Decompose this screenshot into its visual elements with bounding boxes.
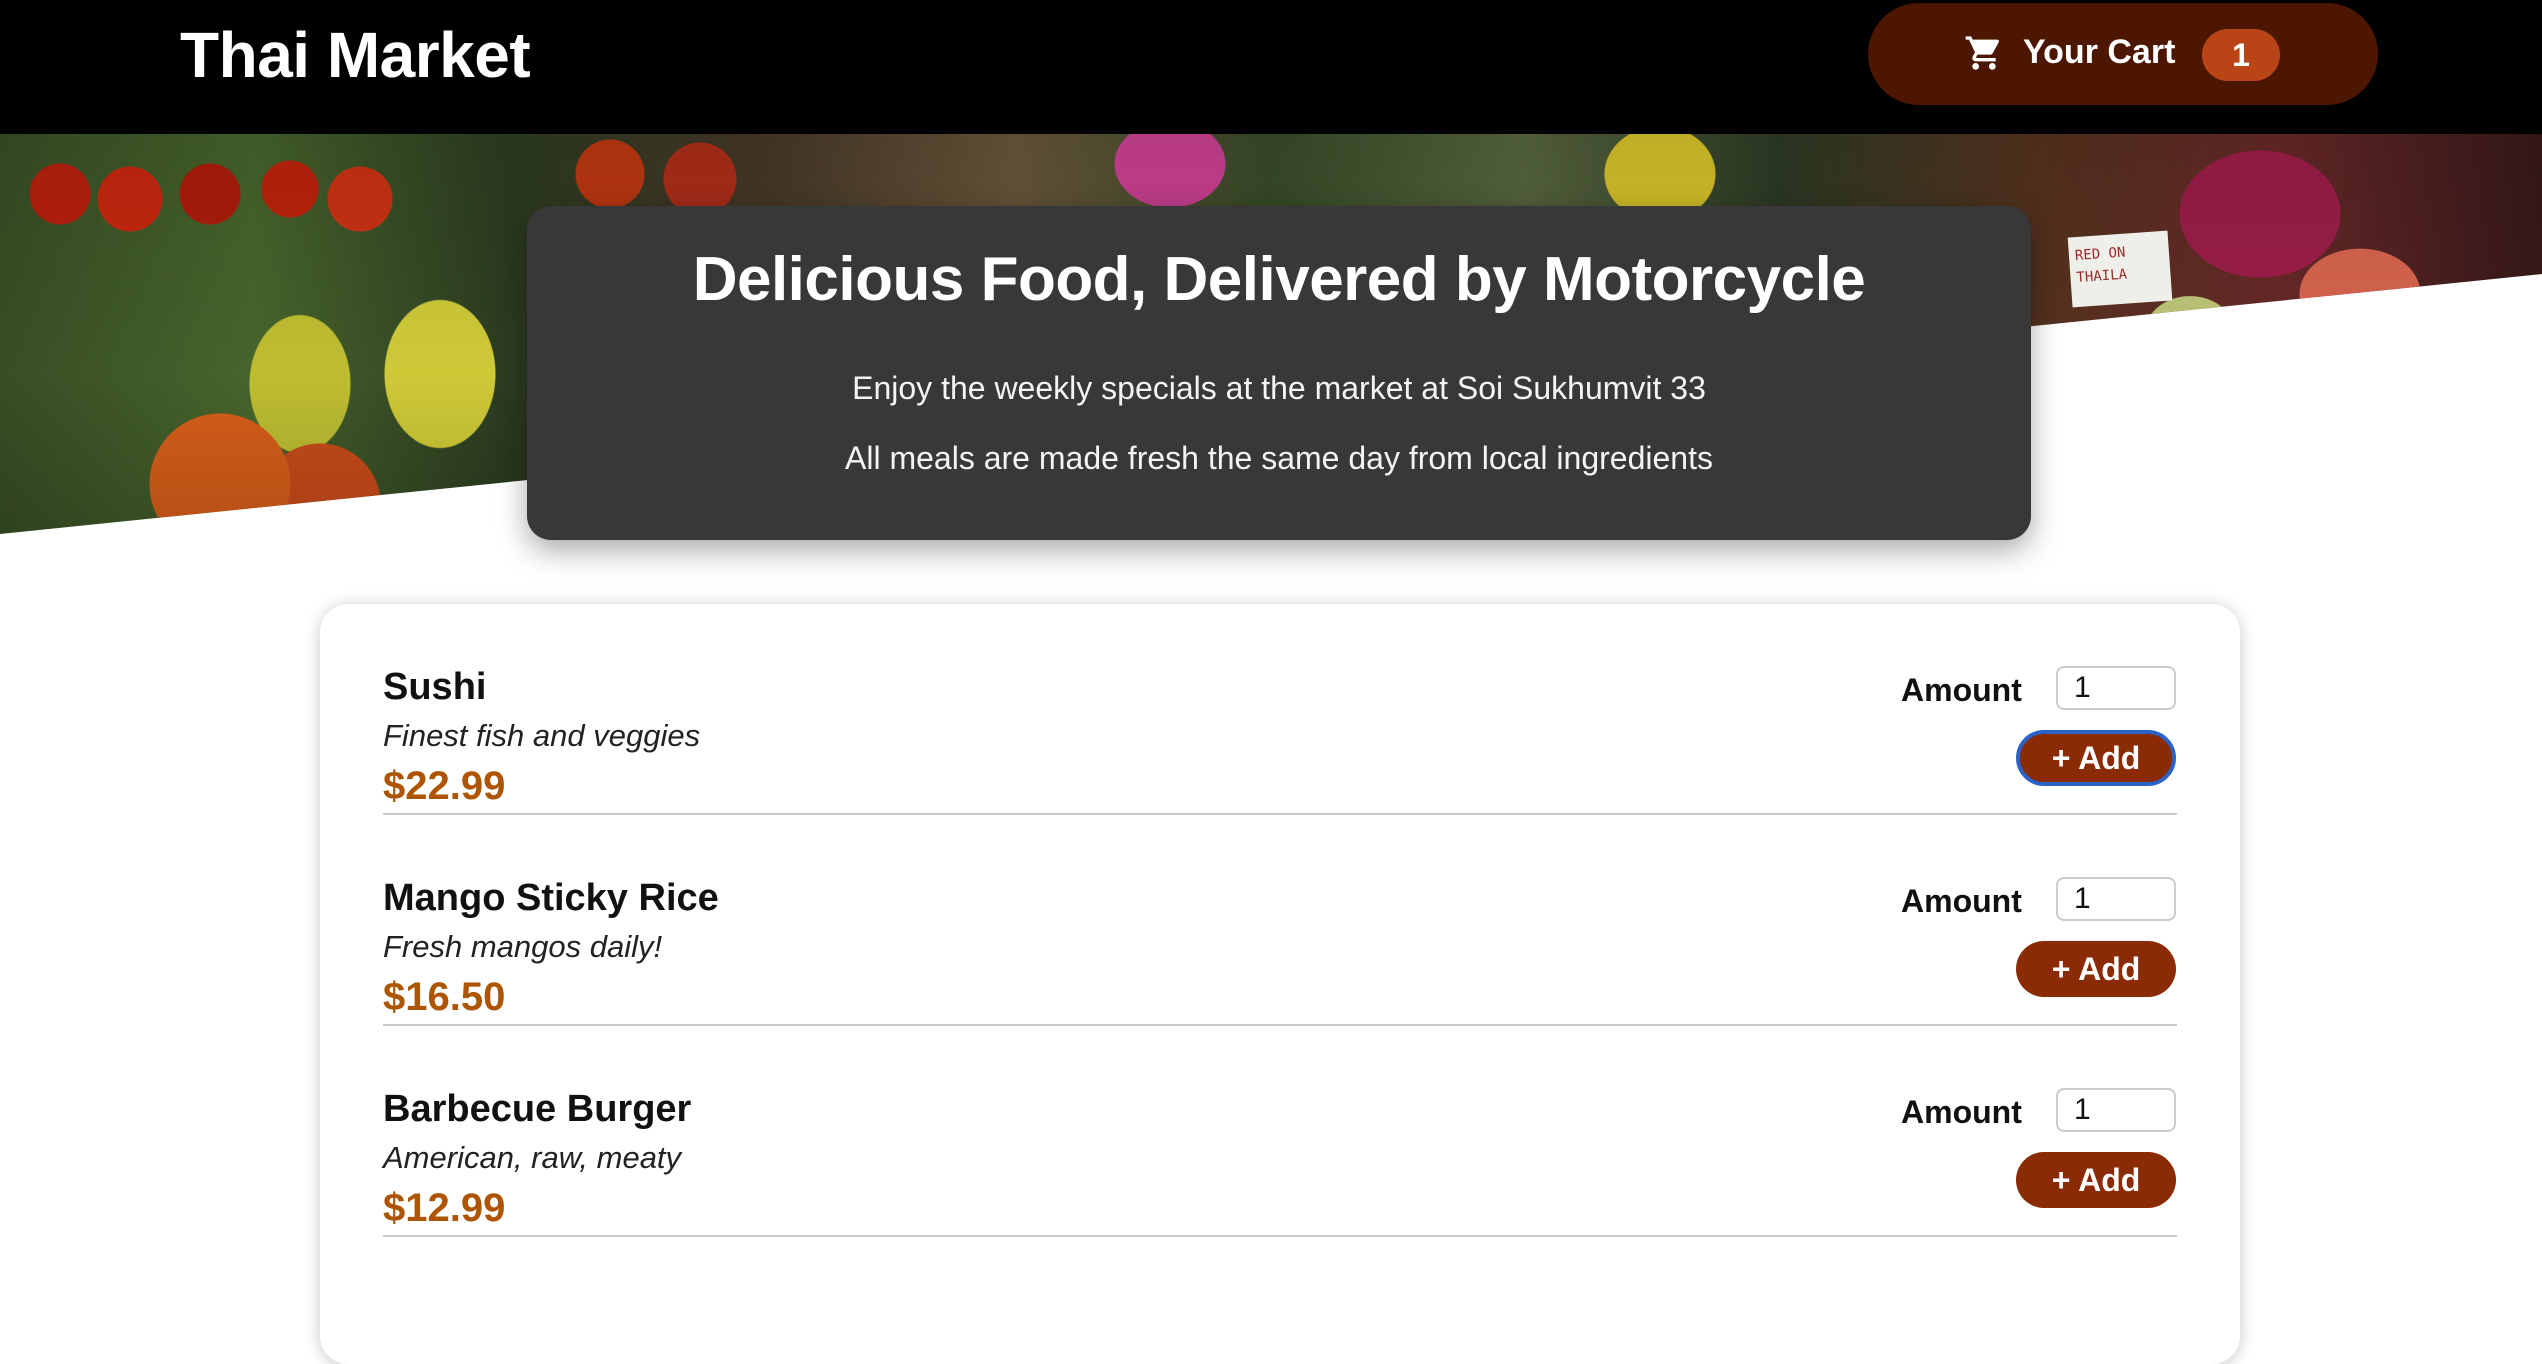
meal-name: Mango Sticky Rice	[383, 877, 719, 919]
cart-label: Your Cart	[2023, 33, 2176, 71]
meal-item-barbecue-burger: Barbecue Burger American, raw, meaty $12…	[383, 1026, 2177, 1237]
meal-description: Fresh mangos daily!	[383, 929, 663, 964]
summary-title: Delicious Food, Delivered by Motorcycle	[692, 245, 1866, 314]
amount-input[interactable]	[2056, 666, 2176, 710]
meal-item-mango-sticky-rice: Mango Sticky Rice Fresh mangos daily! $1…	[383, 815, 2177, 1026]
meal-description: American, raw, meaty	[383, 1140, 682, 1175]
available-meals-card: Sushi Finest fish and veggies $22.99 Amo…	[320, 604, 2240, 1364]
market-sign: RED ON THAILA	[2067, 230, 2173, 308]
meal-description: Finest fish and veggies	[383, 718, 701, 753]
summary-text-fresh: All meals are made fresh the same day fr…	[845, 440, 1713, 476]
add-to-cart-button[interactable]: + Add	[2016, 941, 2176, 997]
meal-price: $16.50	[383, 975, 506, 1019]
summary-text-specials: Enjoy the weekly specials at the market …	[852, 370, 1706, 406]
add-to-cart-button[interactable]: + Add	[2016, 1152, 2176, 1208]
meals-summary-card: Delicious Food, Delivered by Motorcycle …	[527, 206, 2031, 540]
meal-price: $22.99	[383, 764, 506, 808]
app-header: Thai Market Your Cart 1	[0, 0, 2542, 134]
amount-input[interactable]	[2056, 1088, 2176, 1132]
meal-name: Sushi	[383, 666, 487, 708]
meal-item-sushi: Sushi Finest fish and veggies $22.99 Amo…	[383, 604, 2177, 815]
meal-name: Barbecue Burger	[383, 1088, 692, 1130]
shopping-cart-icon	[1965, 36, 2000, 70]
cart-button[interactable]: Your Cart 1	[1868, 3, 2378, 105]
add-to-cart-button[interactable]: + Add	[2016, 730, 2176, 786]
cart-count-badge: 1	[2202, 29, 2280, 81]
meal-price: $12.99	[383, 1186, 506, 1230]
amount-label: Amount	[1901, 672, 2022, 708]
app-title: Thai Market	[180, 19, 531, 91]
amount-label: Amount	[1901, 883, 2022, 919]
amount-label: Amount	[1901, 1094, 2022, 1130]
amount-input[interactable]	[2056, 877, 2176, 921]
